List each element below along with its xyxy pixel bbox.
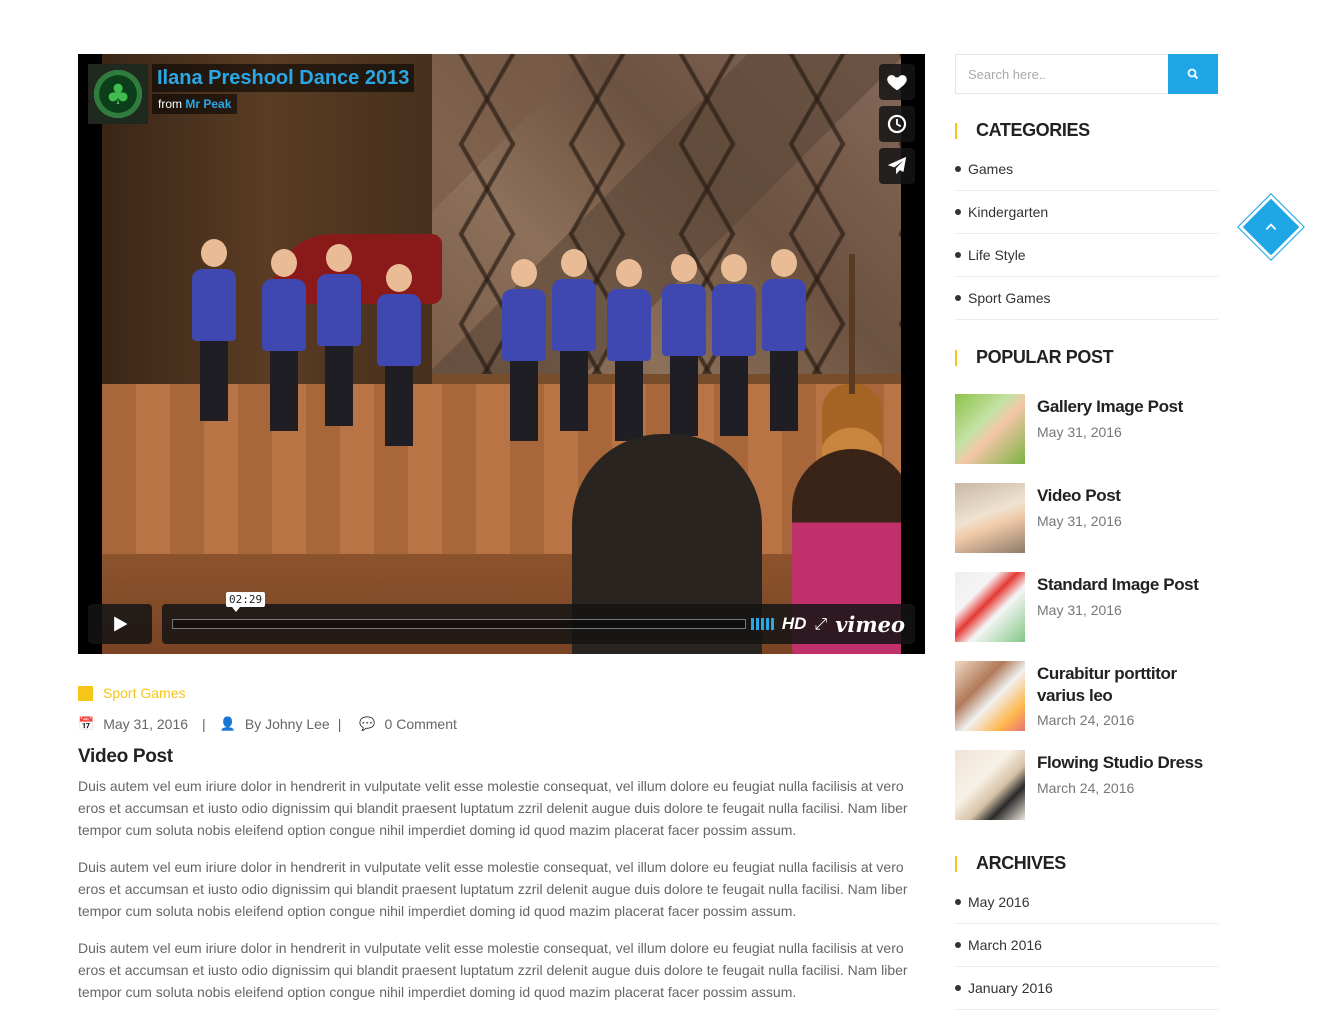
bullet-icon bbox=[955, 252, 961, 258]
post-paragraph: Duis autem vel eum iriure dolor in hendr… bbox=[78, 778, 908, 838]
popular-post-heading: POPULAR POST bbox=[955, 347, 1114, 368]
share-button[interactable] bbox=[879, 148, 915, 184]
bullet-icon bbox=[955, 209, 961, 215]
post-thumbnail[interactable] bbox=[955, 572, 1025, 642]
vimeo-logo[interactable]: vimeo bbox=[835, 612, 905, 637]
bullet-icon bbox=[955, 166, 961, 172]
post-paragraph: Duis autem vel eum iriure dolor in hendr… bbox=[78, 859, 908, 919]
post-thumbnail[interactable] bbox=[955, 750, 1025, 820]
meta-separator: | bbox=[337, 716, 342, 732]
category-item-sport-games[interactable]: Sport Games bbox=[955, 277, 1218, 320]
popular-post-item-date: May 31, 2016 bbox=[1037, 513, 1122, 529]
post-category[interactable]: Sport Games bbox=[78, 685, 185, 701]
back-to-top-button[interactable] bbox=[1237, 193, 1305, 261]
category-item-life-style[interactable]: Life Style bbox=[955, 234, 1218, 277]
chevron-up-icon bbox=[1265, 223, 1277, 230]
clover-icon: ♣ bbox=[94, 70, 142, 118]
bullet-icon bbox=[955, 899, 961, 905]
paper-plane-icon bbox=[887, 156, 907, 175]
bullet-icon bbox=[955, 295, 961, 301]
popular-post-item[interactable]: Flowing Studio Dress March 24, 2016 bbox=[955, 750, 1218, 820]
archive-item-march-2016[interactable]: March 2016 bbox=[955, 924, 1218, 967]
clock-icon bbox=[887, 114, 907, 134]
video-side-actions bbox=[879, 64, 915, 184]
search-input[interactable] bbox=[955, 54, 1168, 94]
post-date: May 31, 2016 bbox=[103, 716, 189, 732]
popular-post-item[interactable]: Standard Image Post May 31, 2016 bbox=[955, 572, 1218, 642]
category-item-games[interactable]: Games bbox=[955, 148, 1218, 191]
video-control-bar: 02:29 HD ⤢ vimeo bbox=[162, 592, 915, 644]
video-title-overlay: ♣ Ilana Preshool Dance 2013 from Mr Peak bbox=[88, 64, 415, 124]
archives-heading: ARCHIVES bbox=[955, 853, 1066, 874]
watch-later-button[interactable] bbox=[879, 106, 915, 142]
video-player[interactable]: ♣ Ilana Preshool Dance 2013 from Mr Peak… bbox=[78, 54, 925, 654]
calendar-icon: 📅 bbox=[78, 716, 95, 732]
categories-heading: CATEGORIES bbox=[955, 120, 1090, 141]
video-title[interactable]: Ilana Preshool Dance 2013 bbox=[152, 64, 415, 92]
video-author-link[interactable]: Mr Peak bbox=[185, 97, 231, 111]
popular-post-item[interactable]: Curabitur porttitor varius leo March 24,… bbox=[955, 661, 1218, 731]
play-button[interactable] bbox=[88, 604, 152, 644]
popular-post-item-date: May 31, 2016 bbox=[1037, 602, 1122, 618]
video-byline: from Mr Peak bbox=[152, 94, 238, 114]
post-thumbnail[interactable] bbox=[955, 661, 1025, 731]
post-meta: 📅 May 31, 2016 | 👤 By Johny Lee | 💬 0 Co… bbox=[78, 716, 457, 732]
archives-list: May 2016 March 2016 January 2016 bbox=[955, 881, 1218, 1010]
archive-item-may-2016[interactable]: May 2016 bbox=[955, 881, 1218, 924]
user-icon: 👤 bbox=[219, 716, 236, 732]
search-icon bbox=[1187, 68, 1199, 80]
comment-icon: 💬 bbox=[359, 716, 376, 732]
popular-post-item-title[interactable]: Flowing Studio Dress bbox=[1037, 752, 1218, 774]
video-time: 02:29 bbox=[226, 592, 266, 612]
category-square-icon bbox=[78, 685, 93, 701]
category-item-kindergarten[interactable]: Kindergarten bbox=[955, 191, 1218, 234]
categories-list: Games Kindergarten Life Style Sport Game… bbox=[955, 148, 1218, 320]
meta-separator: | bbox=[202, 716, 206, 732]
heading-accent-bar bbox=[955, 855, 957, 872]
categories-title: CATEGORIES bbox=[976, 120, 1090, 140]
popular-post-item-date: March 24, 2016 bbox=[1037, 712, 1135, 728]
volume-icon[interactable] bbox=[750, 618, 774, 630]
popular-post-item-title[interactable]: Video Post bbox=[1037, 485, 1218, 507]
heading-accent-bar bbox=[955, 349, 957, 366]
video-controls: 02:29 HD ⤢ vimeo bbox=[88, 592, 915, 644]
post-thumbnail[interactable] bbox=[955, 483, 1025, 553]
archive-item-january-2016[interactable]: January 2016 bbox=[955, 967, 1218, 1010]
post-thumbnail[interactable] bbox=[955, 394, 1025, 464]
video-frame bbox=[102, 54, 901, 654]
popular-post-item[interactable]: Video Post May 31, 2016 bbox=[955, 483, 1218, 553]
search-widget bbox=[955, 54, 1218, 94]
popular-post-item[interactable]: Gallery Image Post May 31, 2016 bbox=[955, 394, 1218, 464]
fullscreen-icon[interactable]: ⤢ bbox=[814, 614, 827, 634]
channel-avatar[interactable]: ♣ bbox=[88, 64, 148, 124]
bullet-icon bbox=[955, 985, 961, 991]
archives-title: ARCHIVES bbox=[976, 853, 1066, 873]
popular-post-title: POPULAR POST bbox=[976, 347, 1114, 367]
popular-post-item-date: March 24, 2016 bbox=[1037, 780, 1135, 796]
post-title: Video Post bbox=[78, 746, 173, 767]
popular-post-item-title[interactable]: Curabitur porttitor varius leo bbox=[1037, 663, 1218, 707]
hd-toggle[interactable]: HD bbox=[782, 614, 807, 634]
post-comments[interactable]: 0 Comment bbox=[385, 716, 457, 732]
bullet-icon bbox=[955, 942, 961, 948]
popular-post-item-date: May 31, 2016 bbox=[1037, 424, 1122, 440]
post-category-label[interactable]: Sport Games bbox=[103, 685, 185, 701]
search-button[interactable] bbox=[1168, 54, 1218, 94]
heart-icon bbox=[887, 75, 907, 91]
video-progress-track[interactable] bbox=[172, 619, 746, 629]
like-button[interactable] bbox=[879, 64, 915, 100]
heading-accent-bar bbox=[955, 122, 957, 139]
play-icon bbox=[114, 616, 128, 632]
popular-post-item-title[interactable]: Gallery Image Post bbox=[1037, 396, 1218, 418]
post-author[interactable]: By Johny Lee bbox=[245, 716, 330, 732]
popular-post-item-title[interactable]: Standard Image Post bbox=[1037, 574, 1218, 596]
post-paragraph: Duis autem vel eum iriure dolor in hendr… bbox=[78, 940, 908, 1000]
